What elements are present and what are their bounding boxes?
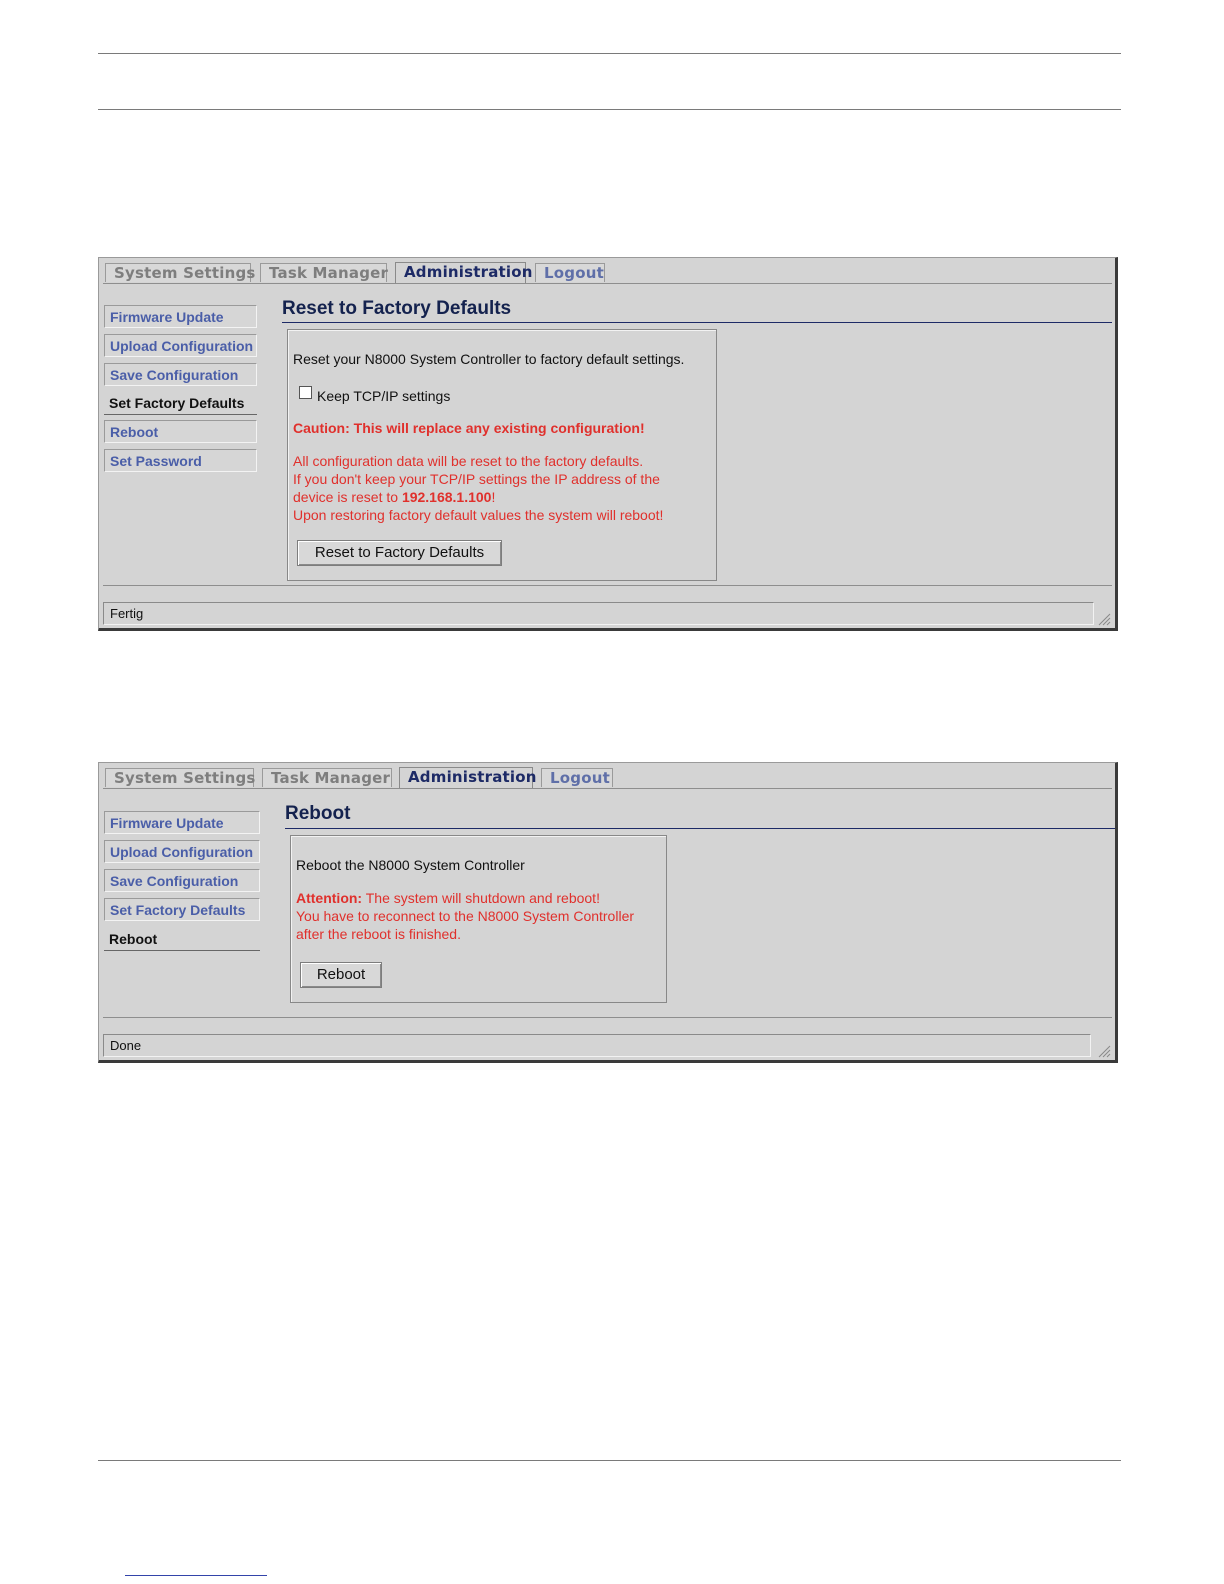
status-bar: Fertig [103, 602, 1094, 625]
status-separator [103, 1017, 1112, 1018]
page-title: Reboot [285, 803, 351, 824]
warning-line-3-suffix: ! [491, 489, 496, 505]
warning-line-1: All configuration data will be reset to … [293, 453, 644, 469]
reboot-button[interactable]: Reboot [300, 962, 382, 988]
tab-bar: System Settings Task Manager Administrat… [105, 767, 1112, 788]
tab-underline [103, 283, 1112, 284]
resize-grip-icon[interactable] [1097, 1044, 1111, 1058]
tab-logout[interactable]: Logout [541, 768, 613, 787]
screenshot-reboot: System Settings Task Manager Administrat… [98, 762, 1118, 1063]
factory-defaults-panel: Reset your N8000 System Controller to fa… [287, 329, 717, 581]
sidebar-item-reboot[interactable]: Reboot [104, 420, 257, 443]
intro-text: Reboot the N8000 System Controller [296, 857, 525, 873]
sidebar-item-upload-configuration[interactable]: Upload Configuration [104, 840, 260, 863]
status-bar: Done [103, 1034, 1091, 1057]
tab-task-manager[interactable]: Task Manager [262, 768, 392, 787]
sidebar-item-save-configuration[interactable]: Save Configuration [104, 363, 257, 386]
tab-task-manager[interactable]: Task Manager [260, 263, 388, 282]
attention-message: The system will shutdown and reboot! [362, 890, 600, 906]
sidebar-item-set-factory-defaults[interactable]: Set Factory Defaults [104, 392, 257, 415]
header-rule-bottom [98, 109, 1121, 110]
reconnect-line-2: after the reboot is finished. [296, 926, 461, 942]
tab-logout[interactable]: Logout [535, 263, 605, 282]
sidebar-item-upload-configuration[interactable]: Upload Configuration [104, 334, 257, 357]
header-rule-top [98, 53, 1121, 54]
attention-label: Attention: [296, 890, 363, 906]
status-separator [103, 585, 1112, 586]
ip-address: 192.168.1.100 [401, 489, 492, 505]
title-underline [282, 322, 1112, 323]
warning-line-2: If you don't keep your TCP/IP settings t… [293, 471, 660, 487]
sidebar-item-set-password[interactable]: Set Password [104, 449, 257, 472]
attention-text: Attention: The system will shutdown and … [296, 890, 600, 906]
sidebar-item-set-factory-defaults[interactable]: Set Factory Defaults [104, 898, 260, 921]
caution-text: Caution: This will replace any existing … [293, 420, 645, 436]
sidebar-item-save-configuration[interactable]: Save Configuration [104, 869, 260, 892]
sidebar-item-reboot[interactable]: Reboot [104, 928, 260, 951]
resize-grip-icon[interactable] [1097, 612, 1111, 626]
screenshot-factory-defaults: System Settings Task Manager Administrat… [98, 257, 1118, 631]
keep-tcpip-label: Keep TCP/IP settings [317, 388, 451, 404]
warning-line-3: device is reset to 192.168.1.100! [293, 489, 495, 505]
intro-text: Reset your N8000 System Controller to fa… [293, 351, 685, 367]
sidebar-item-firmware-update[interactable]: Firmware Update [104, 305, 257, 328]
warning-line-4: Upon restoring factory default values th… [293, 507, 664, 523]
tab-underline [103, 788, 1112, 789]
warning-line-3-prefix: device is reset to [293, 489, 402, 505]
tab-system-settings[interactable]: System Settings [105, 768, 255, 787]
reset-to-factory-defaults-button[interactable]: Reset to Factory Defaults [297, 540, 502, 566]
title-underline [285, 828, 1115, 829]
keep-tcpip-checkbox[interactable] [299, 386, 312, 399]
sidebar-item-firmware-update[interactable]: Firmware Update [104, 811, 260, 834]
page-title: Reset to Factory Defaults [282, 298, 512, 319]
footer-link-underline [125, 1575, 267, 1576]
tab-administration[interactable]: Administration [395, 262, 532, 283]
tab-system-settings[interactable]: System Settings [105, 263, 255, 282]
tab-bar: System Settings Task Manager Administrat… [105, 262, 1112, 283]
reboot-panel: Reboot the N8000 System Controller Atten… [290, 835, 667, 1003]
tab-administration[interactable]: Administration [399, 767, 536, 788]
footer-rule [98, 1460, 1121, 1461]
reconnect-line: You have to reconnect to the N8000 Syste… [296, 908, 635, 924]
